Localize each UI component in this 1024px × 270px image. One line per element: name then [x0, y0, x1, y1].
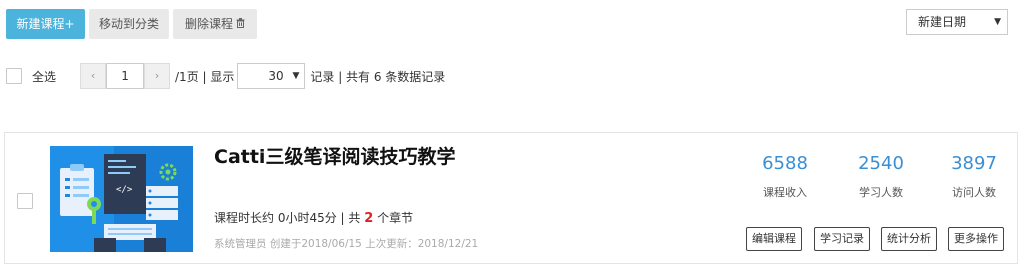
page-number-input[interactable]: 1: [106, 63, 145, 89]
sort-select[interactable]: 新建日期 ▼: [906, 9, 1008, 35]
sort-select-value: 新建日期: [918, 15, 967, 29]
course-card: </> Catti三级笔译阅读技巧教学 课程时长约 0小时45分 | 共 2 个…: [4, 132, 1018, 264]
pagination-bar: 全选 ‹ 1 › /1页 | 显示 30 ▼ 记录 | 共有 6 条数据记录: [6, 63, 445, 89]
next-page-button[interactable]: ›: [144, 63, 171, 89]
duration-text: 课程时长约 0小时45分 | 共: [214, 211, 365, 225]
stat-income: 6588 课程收入: [745, 153, 825, 200]
delete-course-button[interactable]: 删除课程: [173, 9, 257, 39]
stat-learners-label: 学习人数: [859, 186, 903, 199]
prev-page-button[interactable]: ‹: [80, 63, 107, 89]
page-size-select[interactable]: 30 ▼: [237, 63, 306, 89]
learning-records-button[interactable]: 学习记录: [814, 227, 870, 251]
edit-course-button[interactable]: 编辑课程: [746, 227, 802, 251]
select-all-checkbox[interactable]: [6, 68, 22, 84]
chapter-suffix: 个章节: [373, 211, 414, 225]
toolbar: 新建课程+ 移动到分类 删除课程: [6, 9, 257, 39]
svg-text:</>: </>: [116, 185, 133, 195]
trash-icon: [236, 10, 245, 40]
stat-income-value: 6588: [762, 153, 808, 174]
stat-income-label: 课程收入: [763, 186, 807, 199]
new-course-button[interactable]: 新建课程+: [6, 9, 85, 39]
course-thumbnail[interactable]: </>: [50, 146, 193, 252]
stat-visitors-value: 3897: [951, 153, 997, 174]
chevron-down-icon: ▼: [292, 71, 300, 81]
select-all-label: 全选: [32, 69, 57, 84]
chevron-down-icon: ▼: [994, 17, 1001, 27]
page-count-text: /1页 | 显示: [175, 69, 235, 84]
more-actions-button[interactable]: 更多操作: [948, 227, 1004, 251]
course-checkbox[interactable]: [17, 193, 33, 209]
stat-learners: 2540 学习人数: [841, 153, 921, 200]
delete-course-label: 删除课程: [184, 17, 233, 31]
page-size-value: 30: [268, 69, 284, 83]
course-meta: 系统管理员 创建于2018/06/15 上次更新：2018/12/21: [214, 238, 479, 250]
stat-learners-value: 2540: [858, 153, 904, 174]
move-to-category-button[interactable]: 移动到分类: [89, 9, 169, 39]
stat-visitors: 3897 访问人数: [934, 153, 1014, 200]
course-title[interactable]: Catti三级笔译阅读技巧教学: [214, 142, 455, 169]
chapter-count: 2: [364, 211, 374, 226]
course-duration: 课程时长约 0小时45分 | 共 2 个章节: [214, 209, 413, 226]
record-summary: 记录 | 共有 6 条数据记录: [310, 69, 446, 84]
stat-visitors-label: 访问人数: [952, 186, 996, 199]
statistics-button[interactable]: 统计分析: [881, 227, 937, 251]
